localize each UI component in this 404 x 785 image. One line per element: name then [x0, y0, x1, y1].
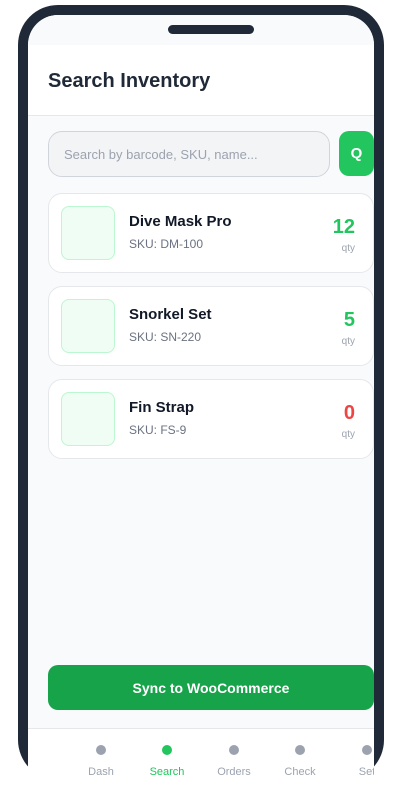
quantity-value: 12: [332, 216, 355, 238]
search-dot-icon: [162, 745, 172, 755]
nav-label: Orders: [217, 766, 251, 778]
product-sku: SKU: FS-9: [129, 423, 187, 437]
quantity-label: qty: [341, 243, 355, 254]
nav-label: Check: [284, 766, 316, 778]
phone-notch: [168, 25, 254, 34]
nav-label: Set: [358, 766, 374, 778]
inventory-item[interactable]: Snorkel Set SKU: SN-220 5 qty: [48, 286, 374, 366]
nav-item-dash[interactable]: Dash: [71, 729, 131, 780]
search-bar: Q: [48, 131, 374, 177]
inventory-item[interactable]: Fin Strap SKU: FS-9 0 qty: [48, 379, 374, 459]
product-sku: SKU: DM-100: [129, 237, 204, 251]
page-header: Search Inventory: [28, 45, 374, 116]
set-dot-icon: [362, 745, 372, 755]
search-input[interactable]: [48, 131, 330, 177]
quantity-label: qty: [341, 429, 355, 440]
product-thumbnail: [61, 392, 115, 446]
quantity-label: qty: [341, 336, 355, 347]
product-name: Snorkel Set: [129, 306, 212, 323]
sync-woocommerce-button[interactable]: Sync to WooCommerce: [48, 665, 374, 710]
orders-dot-icon: [229, 745, 239, 755]
quantity-value: 5: [343, 309, 355, 331]
bottom-nav: Dash Search Orders Check Set: [28, 728, 374, 780]
phone-frame: Search Inventory Q Dive Mask Pro SKU: DM…: [18, 5, 384, 780]
product-name: Fin Strap: [129, 399, 195, 416]
nav-label: Search: [149, 766, 185, 778]
nav-item-check[interactable]: Check: [270, 729, 330, 780]
product-name: Dive Mask Pro: [129, 213, 232, 230]
product-thumbnail: [61, 206, 115, 260]
nav-item-set[interactable]: Set: [337, 729, 374, 780]
app-screen: Search Inventory Q Dive Mask Pro SKU: DM…: [28, 15, 374, 780]
quantity-value: 0: [343, 402, 355, 424]
product-thumbnail: [61, 299, 115, 353]
nav-item-orders[interactable]: Orders: [204, 729, 264, 780]
inventory-item[interactable]: Dive Mask Pro SKU: DM-100 12 qty: [48, 193, 374, 273]
inventory-list: Dive Mask Pro SKU: DM-100 12 qty Snorkel…: [48, 193, 374, 472]
search-button[interactable]: Q: [339, 131, 374, 176]
nav-item-search[interactable]: Search: [137, 729, 197, 780]
nav-label: Dash: [88, 766, 114, 778]
dash-dot-icon: [96, 745, 106, 755]
page-title: Search Inventory: [48, 70, 211, 92]
status-area: [28, 15, 374, 45]
check-dot-icon: [295, 745, 305, 755]
product-sku: SKU: SN-220: [129, 330, 202, 344]
